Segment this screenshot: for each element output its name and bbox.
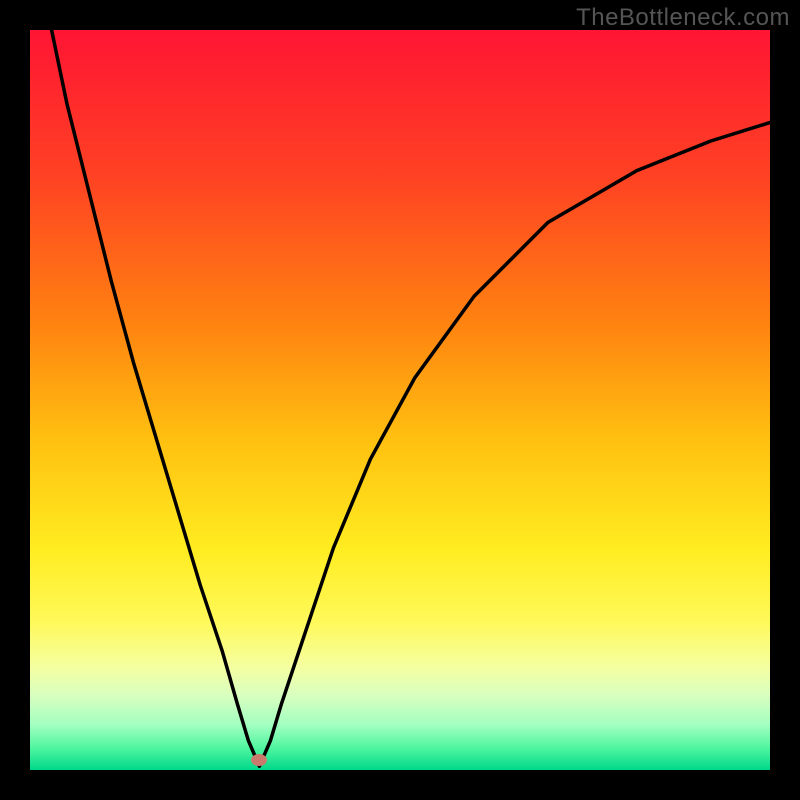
curve-layer xyxy=(30,30,770,770)
chart-frame: TheBottleneck.com xyxy=(0,0,800,800)
watermark-text: TheBottleneck.com xyxy=(576,4,790,32)
bottleneck-curve xyxy=(49,30,771,766)
plot-area xyxy=(30,30,770,770)
optimal-point-marker xyxy=(251,754,267,766)
